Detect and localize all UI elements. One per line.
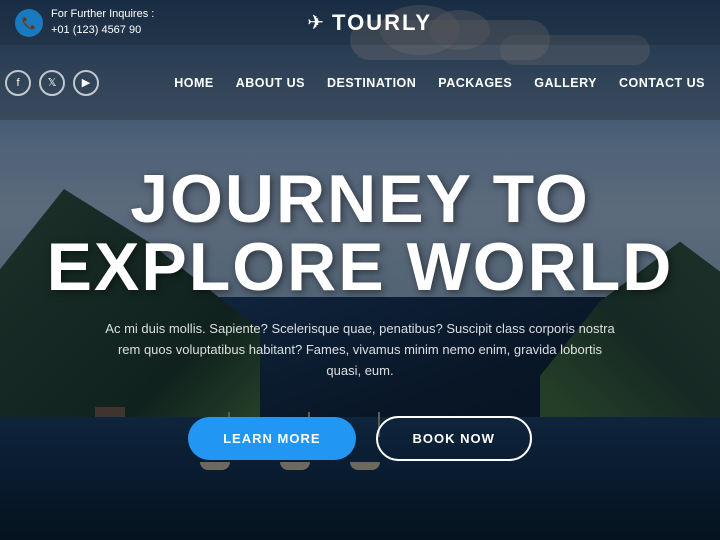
hero-buttons: LEARN MORE BOOK NOW [188,416,532,461]
hero-section: 📞 For Further Inquires : +01 (123) 4567 … [0,0,720,540]
logo[interactable]: ✈ TOURLY [307,10,432,36]
navigation: f 𝕏 ▶ HOME ABOUT US DESTINATION PACKAGES… [0,45,720,120]
youtube-icon[interactable]: ▶ [73,70,99,96]
hero-title: JOURNEY TO EXPLORE WORLD [47,165,674,301]
nav-packages[interactable]: PACKAGES [438,76,512,90]
nav-gallery[interactable]: GALLERY [534,76,597,90]
social-icons: f 𝕏 ▶ [5,70,99,96]
nav-home[interactable]: HOME [174,76,214,90]
inquiry-label: For Further Inquires : [51,8,154,20]
facebook-icon[interactable]: f [5,70,31,96]
contact-text: For Further Inquires : +01 (123) 4567 90 [51,7,154,38]
twitter-icon[interactable]: 𝕏 [39,70,65,96]
phone-number: +01 (123) 4567 90 [51,24,141,36]
learn-more-button[interactable]: LEARN MORE [188,417,355,460]
hero-content: JOURNEY TO EXPLORE WORLD Ac mi duis moll… [0,145,720,540]
hero-title-line1: JOURNEY TO [130,161,590,237]
top-bar: 📞 For Further Inquires : +01 (123) 4567 … [0,0,720,45]
nav-about[interactable]: ABOUT US [236,76,305,90]
hero-subtitle: Ac mi duis mollis. Sapiente? Scelerisque… [100,319,620,381]
nav-contact[interactable]: CONTACT US [619,76,705,90]
contact-info: 📞 For Further Inquires : +01 (123) 4567 … [15,7,154,38]
phone-icon: 📞 [15,9,43,37]
header: 📞 For Further Inquires : +01 (123) 4567 … [0,0,720,120]
plane-icon: ✈ [307,10,324,35]
nav-links: HOME ABOUT US DESTINATION PACKAGES GALLE… [174,76,705,90]
nav-destination[interactable]: DESTINATION [327,76,416,90]
book-now-button[interactable]: BOOK NOW [376,416,532,461]
hero-title-line2: EXPLORE WORLD [47,229,674,305]
logo-text: TOURLY [332,10,432,36]
